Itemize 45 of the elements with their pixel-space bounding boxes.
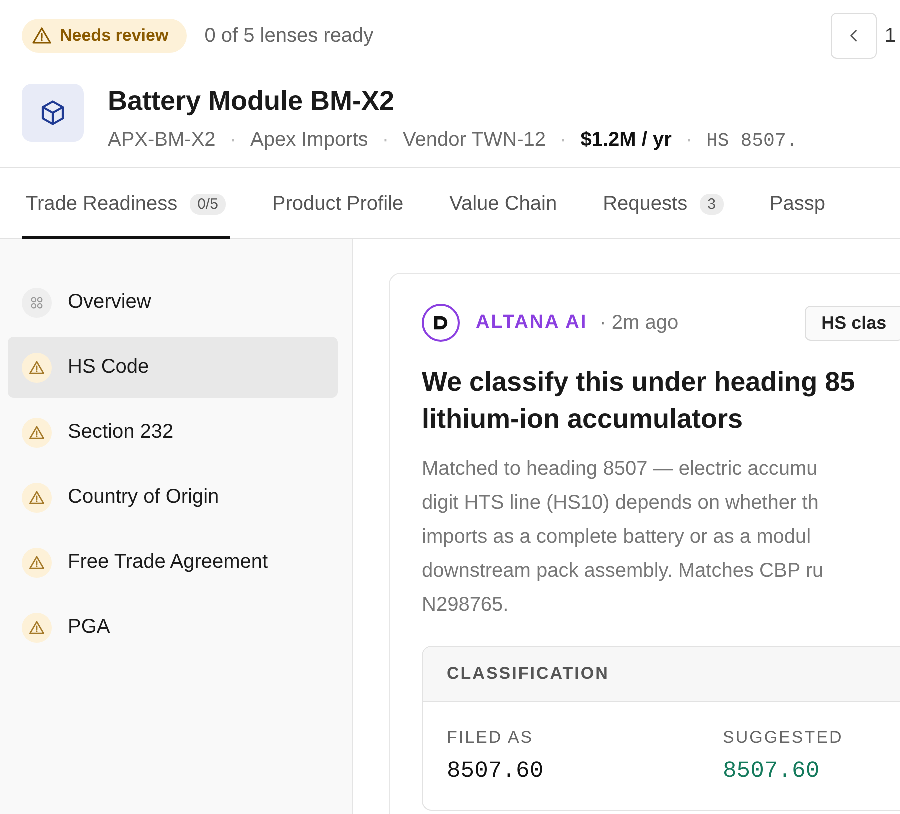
sidebar-item[interactable]: Country of Origin [8,467,338,528]
field-label: SUGGESTED [723,728,844,748]
meta-separator: · [560,129,567,152]
panel-title: CLASSIFICATION [447,664,610,683]
warning-icon [22,612,52,642]
grid-icon [22,288,52,318]
sidebar-item[interactable]: Overview [8,272,338,333]
field-label: FILED AS [447,728,535,748]
progress-text: 0 of 5 lenses ready [204,24,374,48]
warning-icon [32,26,52,46]
sidebar-item[interactable]: Free Trade Agreement [8,532,338,593]
count-badge: 3 [700,194,724,214]
field-value: 8507.60 [723,758,821,784]
warning-icon [22,352,52,382]
count-badge: 0/5 [190,194,226,214]
sidebar-item[interactable]: PGA [8,597,338,658]
sidebar-item[interactable]: HS Code [8,337,338,398]
meta-item: Vendor TWN-12 [402,129,546,152]
meta-item: $1.2M / yr [580,129,672,152]
meta-separator: · [686,129,693,152]
meta-item: Apex Imports [250,129,368,152]
tab[interactable]: Passp [766,168,830,239]
card-heading: We classify this under heading 85 lithium-ion accumulators [422,366,856,436]
tab[interactable]: Value Chain [446,168,562,239]
tab[interactable]: Requests 3 [599,168,728,239]
meta-item: APX-BM-X2 [108,129,216,152]
warning-icon [22,548,52,578]
previous-button[interactable] [830,13,877,59]
sidebar-item[interactable]: Section 232 [8,402,338,463]
warning-icon [22,482,52,512]
meta-item: HS 8507. [706,130,798,152]
field-value: 8507.60 [447,758,545,784]
logo-icon [422,304,460,342]
meta-separator: · [230,129,236,152]
product-title: Battery Module BM-X2 [108,86,396,117]
cube-icon [22,84,84,142]
card-description: Matched to heading 8507 — electric accumu digit HTS line (HS10) depends on whether th imports as a complete battery or as a modul downstream pack assembly. Matches CBP ru N298765. [422,457,825,618]
page-number: 1 [884,24,896,48]
meta-separator: · [382,129,389,152]
author-name: ALTANA AI [476,312,588,334]
warning-icon [22,418,52,448]
tag-chip: HS clas [804,306,900,340]
tab[interactable]: Product Profile [268,168,408,239]
status-badge: Needs review [22,19,187,53]
timestamp: · 2m ago [600,312,679,334]
